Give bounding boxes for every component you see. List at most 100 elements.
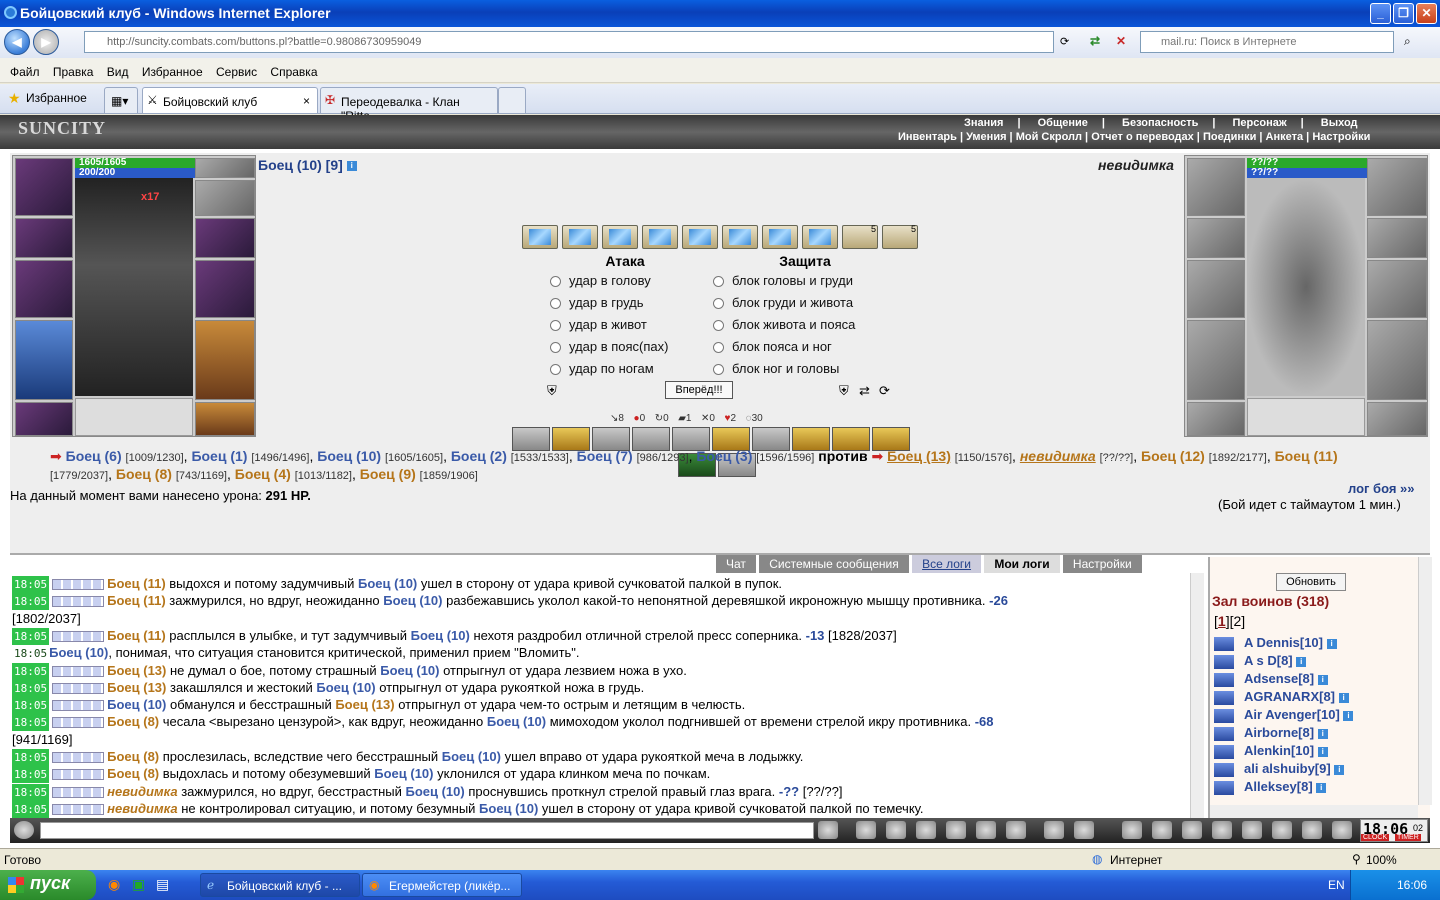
new-tab-button[interactable]: [498, 87, 526, 113]
tab-system[interactable]: Системные сообщения: [759, 555, 909, 573]
log-actor[interactable]: невидимка: [107, 801, 177, 816]
zoom-level[interactable]: 100%: [1366, 853, 1397, 867]
ice-scroll[interactable]: [682, 225, 718, 249]
quick-tabs-button[interactable]: ▦▾: [104, 87, 138, 113]
maximize-button[interactable]: ❐: [1393, 3, 1414, 24]
block-belly-belt-option[interactable]: блок живота и пояса: [713, 317, 855, 332]
log-actor[interactable]: Боец (11): [107, 593, 166, 608]
warrior-item[interactable]: Alleksey[8] i: [1214, 779, 1327, 795]
ice-scroll[interactable]: [602, 225, 638, 249]
ice-scroll[interactable]: [802, 225, 838, 249]
ice-scroll[interactable]: [762, 225, 798, 249]
menu-my-scroll[interactable]: Мой Скролл: [1016, 131, 1082, 143]
log-actor[interactable]: Боец (10): [107, 697, 166, 712]
ice-scroll[interactable]: [562, 225, 598, 249]
info-icon[interactable]: i: [1317, 728, 1328, 739]
refresh-icon[interactable]: ⟳: [879, 383, 890, 399]
enemy-member[interactable]: Боец (13): [887, 448, 951, 464]
menu-favorites[interactable]: Избранное: [142, 65, 203, 79]
attack-groin-option[interactable]: удар в пояс(пах): [550, 339, 668, 354]
shield-icon[interactable]: ⛨: [839, 383, 849, 399]
amulet-slot[interactable]: [195, 158, 255, 178]
start-button[interactable]: пуск: [0, 870, 96, 900]
warrior-item[interactable]: A s D[8] i: [1214, 653, 1307, 669]
team-member[interactable]: Боец (7): [577, 448, 633, 464]
block-legs-head-option[interactable]: блок ног и головы: [713, 361, 839, 376]
clock-label[interactable]: CLOCK: [1361, 834, 1390, 841]
log-actor[interactable]: Боец (11): [107, 628, 166, 643]
team-member[interactable]: Боец (10): [317, 448, 381, 464]
helmet-slot[interactable]: [15, 158, 73, 216]
menu-knowledge[interactable]: Знания: [964, 117, 1003, 129]
tab-settings[interactable]: Настройки: [1062, 555, 1142, 573]
search-icon[interactable]: ⌕: [1404, 34, 1411, 49]
team-member[interactable]: Боец (1): [191, 448, 247, 464]
dragon-icon[interactable]: [1212, 821, 1232, 839]
log-target[interactable]: Боец (10): [49, 645, 108, 660]
save-icon[interactable]: [916, 821, 936, 839]
gear-icon[interactable]: [976, 821, 996, 839]
pants-slot[interactable]: [195, 320, 255, 400]
minimize-button[interactable]: _: [1370, 3, 1391, 24]
enemy-member[interactable]: Боец (9): [360, 466, 416, 482]
ice-scroll[interactable]: [722, 225, 758, 249]
eraser-icon[interactable]: [856, 821, 876, 839]
bottle-icon[interactable]: [1122, 821, 1142, 839]
log-target[interactable]: Боец (10): [411, 628, 470, 643]
menu-exit[interactable]: Выход: [1321, 117, 1358, 129]
block-head-chest-option[interactable]: блок головы и груди: [713, 273, 853, 288]
filter-icon[interactable]: [886, 821, 906, 839]
task-jagermeister[interactable]: ◉ Егермейстер (ликёр...: [362, 873, 522, 897]
belt-slot[interactable]: [15, 402, 73, 436]
log-target[interactable]: Боец (10): [316, 680, 375, 695]
attack-belly-option[interactable]: удар в живот: [550, 317, 647, 332]
warrior-item[interactable]: Adsense[8] i: [1214, 671, 1328, 687]
tab-fight-club[interactable]: ⚔ Бойцовский клуб ×: [142, 87, 318, 113]
bracers-slot[interactable]: [15, 218, 73, 258]
warrior-item[interactable]: AGRANARX[8] i: [1214, 689, 1349, 705]
smile-icon[interactable]: [1044, 821, 1064, 839]
info-icon[interactable]: i: [1317, 746, 1328, 757]
app-icon[interactable]: ▣: [132, 876, 145, 893]
fighter-icon[interactable]: [946, 821, 966, 839]
log-actor[interactable]: Боец (13): [107, 680, 166, 695]
feather-icon[interactable]: [1182, 821, 1202, 839]
close-tab-icon[interactable]: ×: [303, 94, 310, 108]
exit-icon[interactable]: [1332, 821, 1352, 839]
info-icon[interactable]: i: [1338, 692, 1349, 703]
log-actor[interactable]: Боец (8): [107, 766, 159, 781]
enemy-member[interactable]: Боец (4): [235, 466, 291, 482]
stop-icon[interactable]: ✕: [1116, 34, 1126, 48]
enemy-name[interactable]: невидимка: [1098, 157, 1174, 173]
log-target[interactable]: Боец (10): [358, 576, 417, 591]
log-target[interactable]: Боец (10): [374, 766, 433, 781]
url-field[interactable]: http://suncity.combats.com/buttons.pl?ba…: [84, 31, 1054, 53]
tab-my-logs[interactable]: Мои логи: [984, 555, 1060, 573]
ice-scroll[interactable]: [522, 225, 558, 249]
smiley-icon[interactable]: [14, 821, 34, 839]
boots-slot[interactable]: [195, 402, 255, 436]
shield-x-icon[interactable]: ⛨: [547, 383, 557, 399]
refresh-icon[interactable]: ⟳: [1060, 35, 1069, 48]
go-icon[interactable]: ⇄: [1090, 34, 1100, 48]
house-icon[interactable]: [1272, 821, 1292, 839]
enemy-member[interactable]: Боец (11): [1275, 448, 1338, 464]
log-target[interactable]: Боец (10): [405, 784, 464, 799]
sound-icon[interactable]: [1006, 821, 1026, 839]
menu-profile[interactable]: Анкета: [1266, 131, 1304, 143]
tab-wardrobe[interactable]: ✠ Переодевалка - Клан "Ritte...: [320, 87, 498, 123]
shield-slot[interactable]: [195, 260, 255, 318]
log-target[interactable]: Боец (10): [479, 801, 538, 816]
star-icon[interactable]: ★: [8, 90, 21, 107]
sidebar-scrollbar[interactable]: [1418, 557, 1432, 805]
info-icon[interactable]: i: [1317, 674, 1328, 685]
tab-all-logs[interactable]: Все логи: [912, 555, 982, 573]
player-name[interactable]: Боец (10) [9] i: [258, 157, 357, 173]
task-fight-club[interactable]: ℯ Бойцовский клуб - ...: [200, 873, 360, 897]
menu-transfers[interactable]: Отчет о переводах: [1091, 131, 1194, 143]
log-target[interactable]: Боец (13): [335, 697, 394, 712]
menu-file[interactable]: Файл: [10, 65, 40, 79]
weapon-slot[interactable]: [15, 260, 73, 318]
menu-edit[interactable]: Правка: [53, 65, 94, 79]
team-member[interactable]: Боец (2): [451, 448, 507, 464]
